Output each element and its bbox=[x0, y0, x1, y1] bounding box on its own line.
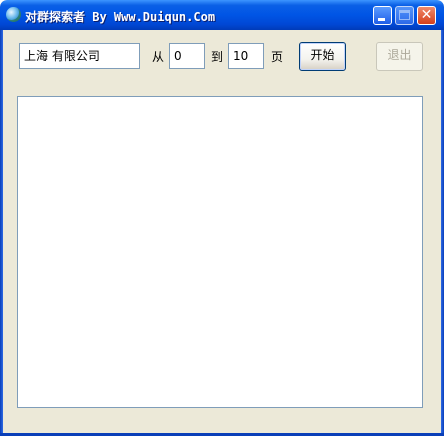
from-page-input[interactable]: 0 bbox=[169, 43, 205, 69]
minimize-icon bbox=[378, 18, 385, 21]
keyword-input[interactable]: 上海 有限公司 bbox=[19, 43, 140, 69]
window-title: 对群探索者 By Www.Duiqun.Com bbox=[25, 10, 216, 24]
results-list[interactable] bbox=[17, 96, 423, 408]
close-icon: ✕ bbox=[420, 7, 433, 23]
page-label: 页 bbox=[271, 50, 284, 64]
start-button[interactable]: 开始 bbox=[299, 42, 346, 71]
minimize-button[interactable] bbox=[373, 6, 392, 25]
title-bar[interactable]: 对群探索者 By Www.Duiqun.Com ✕ bbox=[0, 0, 444, 30]
to-label: 到 bbox=[211, 50, 224, 64]
to-page-input[interactable]: 10 bbox=[228, 43, 264, 69]
close-button[interactable]: ✕ bbox=[417, 6, 436, 25]
window-frame-left bbox=[0, 30, 3, 436]
exit-button: 退出 bbox=[376, 42, 423, 71]
from-label: 从 bbox=[152, 50, 165, 64]
main-window: 对群探索者 By Www.Duiqun.Com ✕ 上海 有限公司 从 0 到 … bbox=[0, 0, 444, 436]
maximize-button bbox=[395, 6, 414, 25]
globe-icon bbox=[6, 7, 21, 22]
maximize-icon bbox=[399, 10, 410, 20]
